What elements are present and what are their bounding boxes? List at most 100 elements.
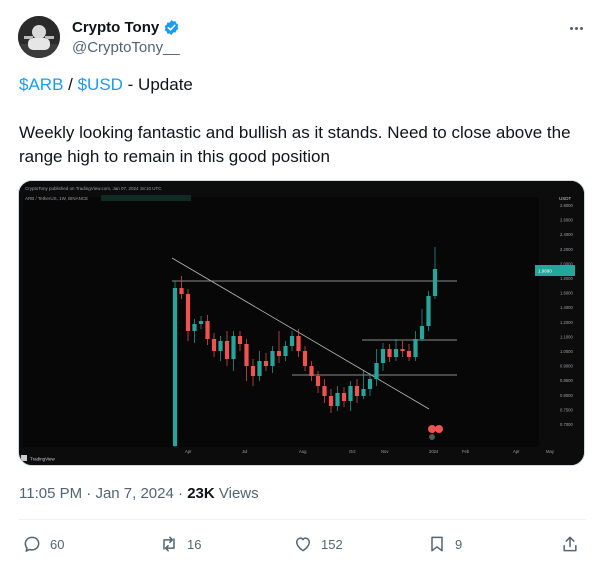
views-label: Views: [214, 485, 259, 502]
y-tick-label: 1.4000: [560, 305, 573, 310]
x-tick-label: Apr: [513, 449, 520, 454]
candle-down: [315, 376, 321, 386]
candle-up: [257, 361, 262, 376]
tradingview-chart: CryptoTony published on TradingView.com,…: [19, 181, 584, 465]
candle-up: [335, 393, 340, 406]
candle-down: [296, 336, 301, 351]
candle-down: [244, 344, 249, 366]
y-tick-label: 2.8000: [560, 203, 573, 208]
meta-dot: ·: [82, 485, 96, 502]
candle-down: [237, 336, 243, 344]
bookmark-button[interactable]: 9: [427, 530, 462, 558]
reply-count: 60: [50, 536, 65, 552]
repost-icon: [163, 536, 175, 552]
candle-up: [367, 379, 373, 389]
cashtag-usd[interactable]: $USD: [78, 75, 123, 94]
symbol-line: ARB / TetherUS, 1W, BINANCE: [25, 196, 88, 201]
cashtag-arb[interactable]: $ARB: [19, 75, 63, 94]
repost-count: 16: [187, 536, 202, 552]
author-name-row: Crypto Tony: [72, 19, 180, 36]
candle-up: [270, 351, 275, 366]
tweet-time[interactable]: 11:05 PM: [19, 485, 82, 502]
x-tick-label: Jul: [242, 449, 247, 454]
bookmark-count: 9: [455, 536, 463, 552]
like-count: 152: [321, 536, 343, 552]
currency-label: USDT: [559, 196, 572, 201]
x-tick-label: Oct: [349, 449, 356, 454]
y-tick-label: 0.7000: [560, 422, 573, 427]
like-button[interactable]: 152: [293, 530, 343, 558]
candle-up: [218, 341, 223, 351]
candle-up: [432, 269, 438, 296]
candle-up: [198, 321, 204, 324]
tweet: Crypto Tony @CryptoTony__ $ARB / $USD - …: [0, 0, 604, 569]
x-tick-label: Aug: [299, 449, 307, 454]
price-tag: 1.9890: [538, 269, 552, 274]
cashtag-separator: /: [63, 75, 78, 94]
candle-down: [322, 386, 327, 396]
avatar-image: [18, 16, 60, 58]
tweet-meta: 11:05 PM · Jan 7, 2024 · 23K Views: [19, 485, 259, 502]
display-name[interactable]: Crypto Tony: [72, 19, 159, 36]
author-handle[interactable]: @CryptoTony__: [72, 39, 180, 56]
y-tick-label: 0.8500: [560, 378, 573, 383]
candle-up: [380, 349, 386, 363]
candle-down: [302, 351, 308, 366]
verified-badge-icon: [164, 20, 179, 35]
candle-up: [361, 389, 366, 396]
share-button[interactable]: [560, 530, 580, 558]
candle-up: [419, 326, 425, 339]
candle-up: [192, 324, 197, 331]
chart-image[interactable]: CryptoTony published on TradingView.com,…: [18, 180, 585, 466]
candle-down: [341, 393, 347, 401]
y-tick-label: 0.7500: [560, 407, 573, 412]
candle-down: [185, 294, 191, 331]
tweet-date[interactable]: Jan 7, 2024: [95, 485, 173, 502]
divider: [18, 519, 586, 520]
y-tick-label: 0.8000: [560, 393, 573, 398]
candle-up: [348, 386, 353, 401]
candle-down: [250, 366, 256, 376]
candle-down: [224, 341, 230, 359]
repost-button[interactable]: 16: [159, 530, 201, 558]
candle-down: [179, 288, 184, 294]
candle-up: [393, 349, 399, 357]
heart-icon: [296, 537, 310, 552]
candle-down: [205, 321, 210, 339]
avatar[interactable]: [18, 16, 60, 58]
reply-icon: [24, 536, 40, 552]
y-tick-label: 2.6000: [560, 218, 573, 223]
y-tick-label: 1.2000: [560, 320, 573, 325]
x-tick-label: May: [546, 449, 555, 454]
y-tick-label: 2.4000: [560, 232, 573, 237]
views-count: 23K: [187, 485, 215, 502]
candle-up: [426, 296, 431, 326]
tweet-body: Weekly looking fantastic and bullish as …: [19, 123, 571, 166]
candle-down: [406, 351, 412, 357]
candle-down: [276, 351, 282, 356]
candle-up: [374, 363, 379, 379]
y-tick-label: 1.1000: [560, 334, 573, 339]
candle-up: [231, 336, 236, 359]
candle-down: [354, 386, 360, 396]
candle-up: [289, 336, 295, 346]
candle-up: [172, 288, 178, 446]
title-suffix: - Update: [122, 75, 193, 94]
more-options-icon[interactable]: [566, 20, 586, 36]
candle-down: [387, 349, 392, 357]
x-tick-label: Apr: [185, 449, 192, 454]
candle-down: [328, 396, 334, 406]
y-tick-label: 2.2000: [560, 247, 573, 252]
y-tick-label: 1.8000: [560, 276, 573, 281]
meta-dot-2: ·: [173, 485, 188, 502]
y-tick-label: 1.6000: [560, 291, 573, 296]
reply-button[interactable]: 60: [22, 530, 64, 558]
x-tick-label: Feb: [462, 449, 470, 454]
candle-up: [413, 339, 418, 357]
x-tick-label: Nov: [381, 449, 389, 454]
tradingview-brand: TradingView: [30, 457, 56, 462]
y-tick-label: 1.0000: [560, 349, 573, 354]
candle-down: [211, 339, 217, 351]
x-tick-label: 2024: [429, 449, 439, 454]
tweet-title-line: $ARB / $USD - Update: [19, 73, 589, 97]
